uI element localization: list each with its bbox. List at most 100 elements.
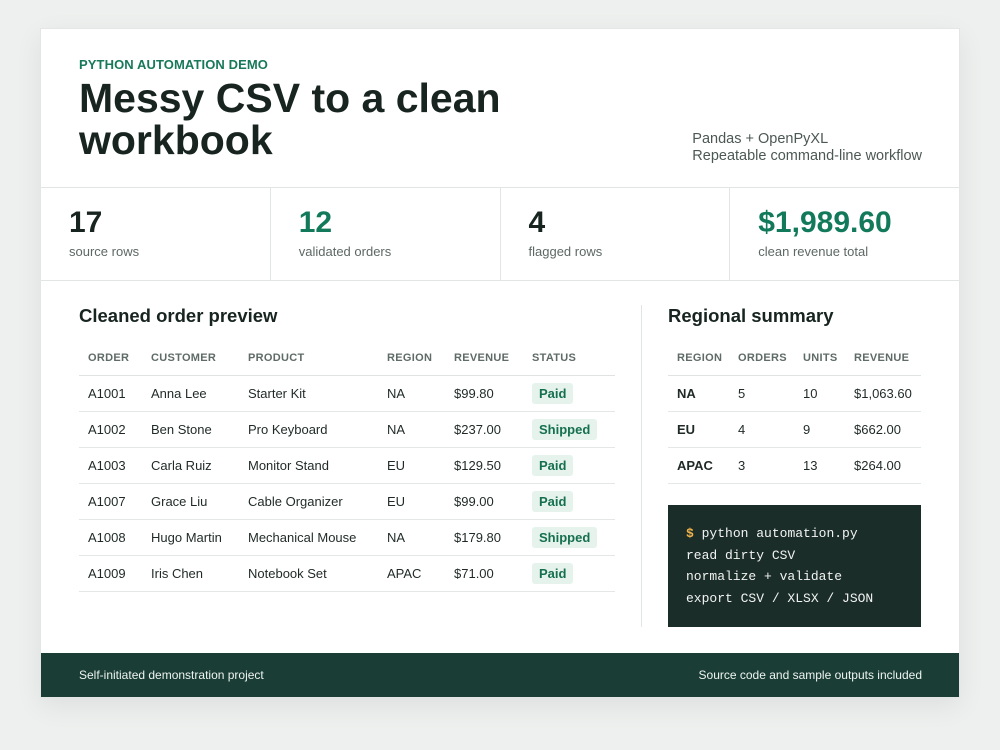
column-divider bbox=[641, 305, 642, 627]
product-name: Cable Organizer bbox=[239, 483, 378, 520]
status-badge: Paid bbox=[532, 563, 574, 584]
revenue-value: $129.50 bbox=[445, 447, 523, 484]
summary-title: Regional summary bbox=[668, 305, 834, 326]
stat-source-rows: 17 source rows bbox=[41, 188, 271, 280]
region-name: EU bbox=[668, 411, 729, 448]
product-name: Notebook Set bbox=[239, 555, 378, 592]
order-id: A1003 bbox=[79, 447, 142, 484]
product-name: Mechanical Mouse bbox=[239, 519, 378, 556]
region-name: NA bbox=[668, 375, 729, 412]
status-badge: Shipped bbox=[532, 527, 598, 548]
region-code: APAC bbox=[378, 555, 445, 592]
product-name: Pro Keyboard bbox=[239, 411, 378, 448]
stat-revenue-total: $1,989.60 clean revenue total bbox=[730, 188, 959, 280]
unit-count: 10 bbox=[794, 375, 845, 412]
terminal-output-line: normalize + validate bbox=[686, 569, 843, 584]
region-code: NA bbox=[378, 411, 445, 448]
status-badge: Paid bbox=[532, 383, 574, 404]
prompt-symbol: $ bbox=[686, 526, 694, 541]
orders-table: ORDER CUSTOMER PRODUCT REGION REVENUE ST… bbox=[79, 341, 615, 592]
customer-name: Anna Lee bbox=[142, 375, 239, 412]
order-id: A1007 bbox=[79, 483, 142, 520]
column-header: UNITS bbox=[794, 341, 845, 376]
column-header: REVENUE bbox=[445, 341, 523, 376]
table-row: A1001 Anna Lee Starter Kit NA $99.80 Pai… bbox=[79, 375, 615, 412]
column-header: STATUS bbox=[523, 341, 615, 376]
page-title: Messy CSV to a clean workbook bbox=[79, 75, 501, 163]
terminal-command-line: $ python automation.py bbox=[686, 523, 921, 545]
terminal-output-line: read dirty CSV bbox=[686, 547, 796, 563]
content-area: Cleaned order preview ORDER CUSTOMER PRO… bbox=[41, 281, 959, 653]
table-row: A1007 Grace Liu Cable Organizer EU $99.0… bbox=[79, 483, 615, 520]
revenue-value: $237.00 bbox=[445, 411, 523, 448]
product-name: Starter Kit bbox=[239, 375, 378, 412]
table-row: NA 5 10 $1,063.60 bbox=[668, 375, 921, 412]
customer-name: Hugo Martin bbox=[142, 519, 239, 556]
column-header: ORDERS bbox=[729, 341, 794, 376]
tech-stack-note: Pandas + OpenPyXL Repeatable command-lin… bbox=[692, 131, 922, 165]
customer-name: Ben Stone bbox=[142, 411, 239, 448]
stat-label: source rows bbox=[69, 244, 140, 259]
revenue-value: $71.00 bbox=[445, 555, 523, 592]
table-row: A1009 Iris Chen Notebook Set APAC $71.00… bbox=[79, 555, 615, 592]
revenue-value: $99.80 bbox=[445, 375, 523, 412]
column-header: REGION bbox=[668, 341, 729, 376]
stat-value: 4 bbox=[528, 206, 546, 239]
regional-summary-table: REGION ORDERS UNITS REVENUE NA 5 10 $1,0… bbox=[668, 341, 921, 484]
table-row: A1002 Ben Stone Pro Keyboard NA $237.00 … bbox=[79, 411, 615, 448]
stats-strip: 17 source rows 12 validated orders 4 fla… bbox=[41, 188, 959, 281]
stat-flagged-rows: 4 flagged rows bbox=[501, 188, 731, 280]
revenue-value: $264.00 bbox=[845, 447, 921, 484]
demo-card: PYTHON AUTOMATION DEMO Messy CSV to a cl… bbox=[40, 28, 960, 698]
footer-source-note: Source code and sample outputs included bbox=[698, 668, 922, 682]
region-code: EU bbox=[378, 483, 445, 520]
order-id: A1008 bbox=[79, 519, 142, 556]
region-code: NA bbox=[378, 519, 445, 556]
column-header: REGION bbox=[378, 341, 445, 376]
order-id: A1009 bbox=[79, 555, 142, 592]
stat-label: validated orders bbox=[298, 244, 392, 259]
eyebrow-label: PYTHON AUTOMATION DEMO bbox=[79, 57, 269, 72]
stat-value: $1,989.60 bbox=[758, 206, 892, 239]
stat-value: 12 bbox=[298, 206, 333, 239]
order-id: A1001 bbox=[79, 375, 142, 412]
stat-value: 17 bbox=[69, 206, 103, 239]
order-id: A1002 bbox=[79, 411, 142, 448]
customer-name: Grace Liu bbox=[142, 483, 239, 520]
column-header: CUSTOMER bbox=[142, 341, 239, 376]
revenue-value: $99.00 bbox=[445, 483, 523, 520]
stat-label: clean revenue total bbox=[758, 244, 869, 259]
terminal-command: python automation.py bbox=[701, 526, 858, 541]
unit-count: 13 bbox=[794, 447, 845, 484]
column-header: ORDER bbox=[79, 341, 142, 376]
stat-validated-orders: 12 validated orders bbox=[271, 188, 501, 280]
summary-header-row: REGION ORDERS UNITS REVENUE bbox=[668, 341, 921, 376]
terminal-output-line: export CSV / XLSX / JSON bbox=[686, 590, 874, 606]
stat-label: flagged rows bbox=[528, 244, 603, 259]
status-badge: Shipped bbox=[532, 419, 598, 440]
orders-header-row: ORDER CUSTOMER PRODUCT REGION REVENUE ST… bbox=[79, 341, 615, 376]
customer-name: Carla Ruiz bbox=[142, 447, 239, 484]
footer-bar: Self-initiated demonstration project Sou… bbox=[41, 653, 959, 697]
order-count: 5 bbox=[729, 375, 794, 412]
region-code: NA bbox=[378, 375, 445, 412]
workflow-line: Repeatable command-line workflow bbox=[692, 148, 922, 164]
revenue-value: $179.80 bbox=[445, 519, 523, 556]
column-header: REVENUE bbox=[845, 341, 921, 376]
tech-stack-line: Pandas + OpenPyXL bbox=[692, 131, 829, 147]
order-count: 3 bbox=[729, 447, 794, 484]
terminal-snippet: $ python automation.py read dirty CSV no… bbox=[668, 505, 921, 627]
orders-title: Cleaned order preview bbox=[79, 305, 278, 326]
status-badge: Paid bbox=[532, 455, 574, 476]
unit-count: 9 bbox=[794, 411, 845, 448]
region-code: EU bbox=[378, 447, 445, 484]
status-badge: Paid bbox=[532, 491, 574, 512]
revenue-value: $1,063.60 bbox=[845, 375, 921, 412]
product-name: Monitor Stand bbox=[239, 447, 378, 484]
footer-project-note: Self-initiated demonstration project bbox=[79, 668, 264, 682]
region-name: APAC bbox=[668, 447, 729, 484]
table-row: A1003 Carla Ruiz Monitor Stand EU $129.5… bbox=[79, 447, 615, 484]
customer-name: Iris Chen bbox=[142, 555, 239, 592]
table-row: A1008 Hugo Martin Mechanical Mouse NA $1… bbox=[79, 519, 615, 556]
table-row: APAC 3 13 $264.00 bbox=[668, 447, 921, 484]
